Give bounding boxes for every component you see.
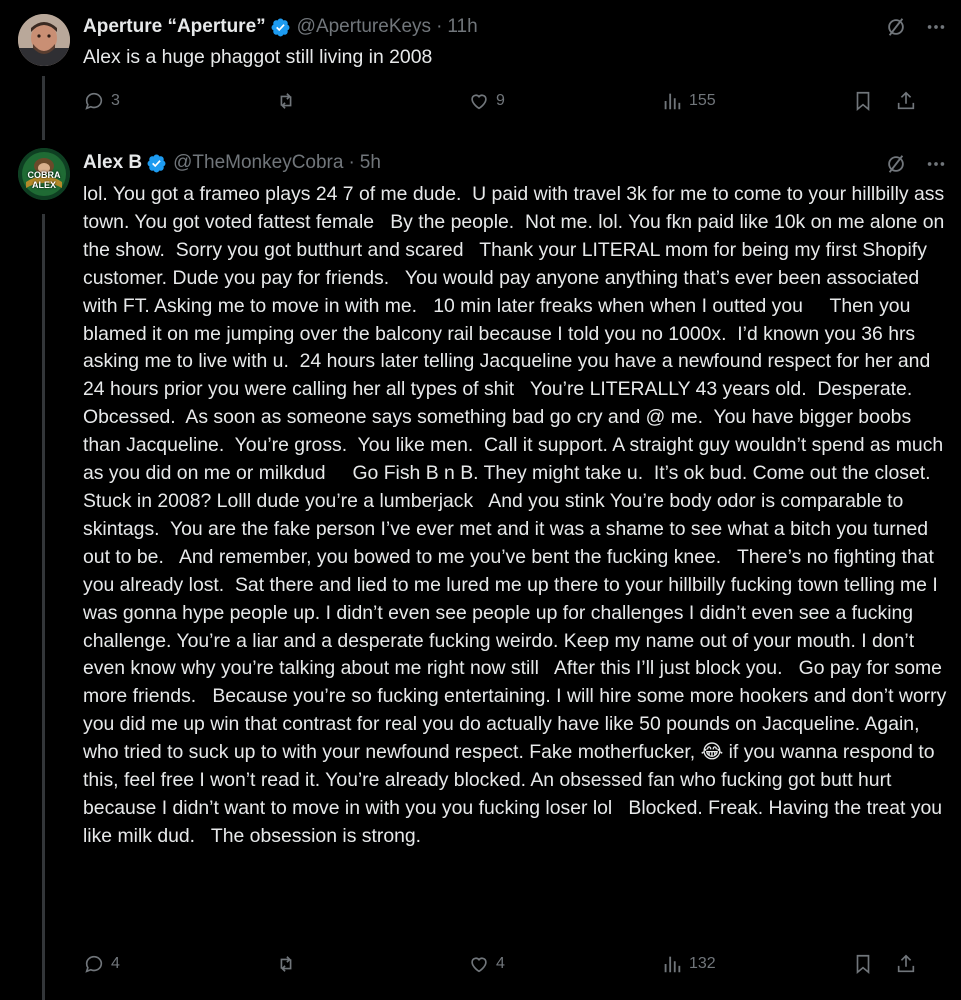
avatar-photo-man-icon: [18, 14, 70, 66]
more-icon[interactable]: [925, 16, 947, 38]
reply-icon: [85, 955, 103, 973]
bookmark-icon: [856, 954, 870, 975]
bookmark-button[interactable]: [852, 90, 874, 112]
author-handle[interactable]: @TheMonkeyCobra: [173, 152, 343, 174]
reply-button[interactable]: 3: [83, 90, 120, 112]
reply-count: 4: [111, 955, 120, 972]
author-avatar[interactable]: [18, 14, 70, 66]
bookmark-button[interactable]: [852, 953, 874, 975]
thread-connector-line: [42, 76, 45, 140]
tweet-1[interactable]: Aperture “Aperture” @ApertureKeys · 11h …: [0, 0, 961, 140]
tweet-header: Alex B @TheMonkeyCobra · 5h: [83, 149, 381, 177]
views-button[interactable]: 132: [661, 953, 716, 975]
views-count: 132: [689, 955, 716, 972]
like-button[interactable]: 9: [468, 90, 505, 112]
avatar-label: COBRA ALEX: [27, 170, 61, 190]
views-count: 155: [689, 92, 716, 109]
tweet-actions: 3 9 155: [83, 90, 923, 116]
grok-slash-icon[interactable]: [885, 16, 907, 38]
retweet-icon: [280, 93, 292, 109]
author-name[interactable]: Alex B: [83, 152, 142, 174]
author-name[interactable]: Aperture “Aperture”: [83, 16, 266, 38]
more-icon[interactable]: [925, 153, 947, 175]
verified-badge-icon[interactable]: [270, 17, 291, 38]
bookmark-icon: [856, 91, 870, 112]
retweet-button[interactable]: [275, 90, 303, 112]
grok-slash-icon[interactable]: [885, 153, 907, 175]
reply-count: 3: [111, 92, 120, 109]
tweet-2[interactable]: COBRA ALEX Alex B @TheMonkeyCobra · 5h l…: [0, 140, 961, 1000]
share-button[interactable]: [895, 90, 917, 112]
verified-badge-icon[interactable]: [146, 153, 167, 174]
tweet-top-actions: [885, 16, 947, 38]
like-button[interactable]: 4: [468, 953, 505, 975]
tweet-time[interactable]: 5h: [360, 152, 381, 174]
share-icon: [897, 91, 915, 110]
share-button[interactable]: [895, 953, 917, 975]
like-icon: [471, 957, 487, 973]
views-button[interactable]: 155: [661, 90, 716, 112]
like-icon: [471, 94, 487, 110]
separator-dot: ·: [348, 152, 355, 173]
author-avatar[interactable]: COBRA ALEX: [18, 148, 70, 200]
separator-dot: ·: [436, 16, 443, 37]
retweet-button[interactable]: [275, 953, 303, 975]
views-icon: [664, 93, 681, 110]
like-count: 9: [496, 92, 505, 109]
tweet-text: Alex is a huge phaggot still living in 2…: [83, 46, 433, 68]
views-icon: [664, 956, 681, 973]
author-handle[interactable]: @ApertureKeys: [297, 16, 431, 38]
reply-button[interactable]: 4: [83, 953, 120, 975]
share-icon: [897, 954, 915, 973]
tweet-actions: 4 4 132: [83, 953, 923, 979]
thread-connector-line-bottom: [42, 214, 45, 1000]
like-count: 4: [496, 955, 505, 972]
tweet-header: Aperture “Aperture” @ApertureKeys · 11h: [83, 13, 478, 41]
reply-icon: [85, 92, 103, 110]
tweet-time[interactable]: 11h: [447, 16, 477, 38]
retweet-icon: [280, 956, 292, 972]
tweet-top-actions: [885, 153, 947, 175]
tweet-text: lol. You got a frameo plays 24 7 of me d…: [83, 183, 953, 847]
